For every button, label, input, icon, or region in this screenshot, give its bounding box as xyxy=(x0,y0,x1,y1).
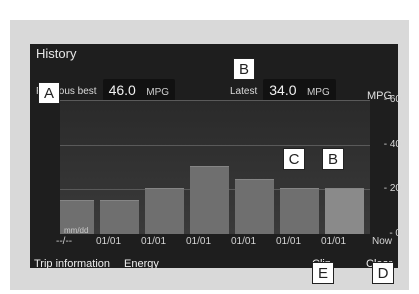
tab-bar: Trip information Energy xyxy=(34,258,159,268)
tab-energy[interactable]: Energy xyxy=(124,258,159,268)
x-tick-label: 01/01 xyxy=(321,236,347,247)
callout-b-bar: B xyxy=(322,148,344,170)
gridline xyxy=(60,144,370,146)
x-tick-label: 01/01 xyxy=(231,236,257,247)
callout-d: D xyxy=(372,262,394,284)
y-tick-label: - 60 xyxy=(383,94,401,105)
y-tick-label: - 20 xyxy=(383,183,401,195)
x-tick-label: 01/01 xyxy=(276,236,302,247)
latest-value: 34.0 xyxy=(269,82,297,98)
previous-best-value: 46.0 xyxy=(108,82,136,98)
latest-unit: MPG xyxy=(306,87,330,98)
latest-label: Latest xyxy=(230,85,258,97)
x-tick-label: 01/01 xyxy=(96,236,122,247)
chart-bar[interactable] xyxy=(100,199,139,234)
chart-bar[interactable] xyxy=(280,188,319,234)
previous-best-unit: MPG xyxy=(146,87,170,98)
callout-a: A xyxy=(38,82,60,104)
y-tick-label: - 40 xyxy=(383,138,401,150)
chart-bar[interactable] xyxy=(235,179,274,234)
chart-bar[interactable] xyxy=(190,166,229,234)
callout-b-top: B xyxy=(233,58,255,80)
tab-trip-information[interactable]: Trip information xyxy=(34,258,110,268)
screen-title: History xyxy=(36,46,77,61)
callout-c: C xyxy=(283,148,305,170)
y-tick-label: - 0 xyxy=(389,228,401,239)
chart-bar[interactable] xyxy=(325,188,364,234)
x-tick-label: 01/01 xyxy=(186,236,212,247)
chart-bar[interactable] xyxy=(145,188,184,234)
x-tick-label: 01/01 xyxy=(141,236,167,247)
x-tick-start: --/-- xyxy=(56,236,73,247)
gridline xyxy=(60,100,370,101)
callout-e: E xyxy=(312,262,334,284)
date-format-label: mm/dd xyxy=(64,226,89,235)
